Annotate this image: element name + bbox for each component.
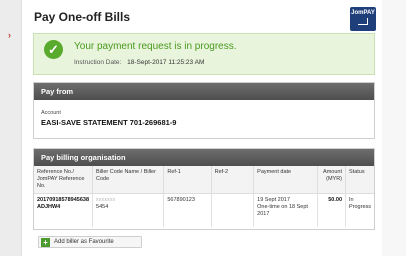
page-title: Pay One-off Bills xyxy=(34,10,131,24)
ref-no-line2: ADJHW4 xyxy=(37,204,61,210)
col-payment-date: Payment date xyxy=(253,166,319,194)
instruction-date: Instruction Date: 18-Sept-2017 11:25:23 … xyxy=(74,59,204,66)
cell-status: In Progress xyxy=(349,197,372,210)
cell-amount: 50.00 xyxy=(317,193,346,227)
cell-payment-date: 19 Sept 2017 One-time on 18 Sept 2017 xyxy=(253,193,319,227)
check-icon: ✓ xyxy=(44,40,63,59)
logo-arrow-icon xyxy=(358,18,368,25)
payment-date-line1: 19 Sept 2017 xyxy=(257,197,290,203)
col-biller: Biller Code Name / Biller Code xyxy=(92,166,165,194)
col-amount: Amount (MYR) xyxy=(317,166,346,194)
instruction-date-label: Instruction Date: xyxy=(74,59,122,66)
left-rail: › xyxy=(0,0,22,256)
main-panel: Pay One-off Bills JomPAY ✓ Your payment … xyxy=(22,0,382,256)
col-status: Status xyxy=(345,166,374,194)
account-value: EASI-SAVE STATEMENT 701-269681-9 xyxy=(41,118,177,127)
pay-from-heading: Pay from xyxy=(34,83,374,100)
status-banner: ✓ Your payment request is in progress. I… xyxy=(33,33,375,75)
jompay-logo: JomPAY xyxy=(350,7,376,31)
billing-heading: Pay billing organisation xyxy=(34,149,374,166)
table-header-row: Reference No./ JomPAY Reference No. Bill… xyxy=(34,166,374,194)
biller-name: xxxxxxx xyxy=(96,197,116,203)
col-ref-no: Reference No./ JomPAY Reference No. xyxy=(34,166,94,194)
billing-section: Pay billing organisation Reference No./ … xyxy=(33,148,375,230)
col-ref1: Ref-1 xyxy=(163,166,212,194)
cell-ref1: 567890123 xyxy=(163,193,212,227)
cell-ref-no: 20170918578945638 ADJHW4 xyxy=(34,193,94,227)
logo-text: JomPAY xyxy=(351,10,375,16)
plus-icon: + xyxy=(41,238,50,247)
payment-date-line2: One-time on 18 Sept 2017 xyxy=(257,204,308,217)
biller-code: 5454 xyxy=(96,204,109,210)
billing-table: Reference No./ JomPAY Reference No. Bill… xyxy=(34,166,374,227)
table-row: 20170918578945638 ADJHW4 xxxxxxx 5454 56… xyxy=(34,193,374,227)
right-gutter xyxy=(382,0,406,256)
add-favourite-button[interactable]: + Add biller as Favourite xyxy=(38,236,142,248)
col-ref2: Ref-2 xyxy=(211,166,255,194)
cell-biller: xxxxxxx 5454 xyxy=(92,193,165,227)
account-label: Account xyxy=(41,110,61,116)
chevron-right-icon[interactable]: › xyxy=(8,31,11,40)
ref-no-line1: 20170918578945638 xyxy=(37,197,90,203)
add-favourite-label: Add biller as Favourite xyxy=(54,239,114,245)
instruction-date-value: 18-Sept-2017 11:25:23 AM xyxy=(127,59,205,66)
status-message: Your payment request is in progress. xyxy=(74,41,237,52)
cell-ref2 xyxy=(211,193,255,227)
pay-from-section: Pay from Account EASI-SAVE STATEMENT 701… xyxy=(33,82,375,139)
